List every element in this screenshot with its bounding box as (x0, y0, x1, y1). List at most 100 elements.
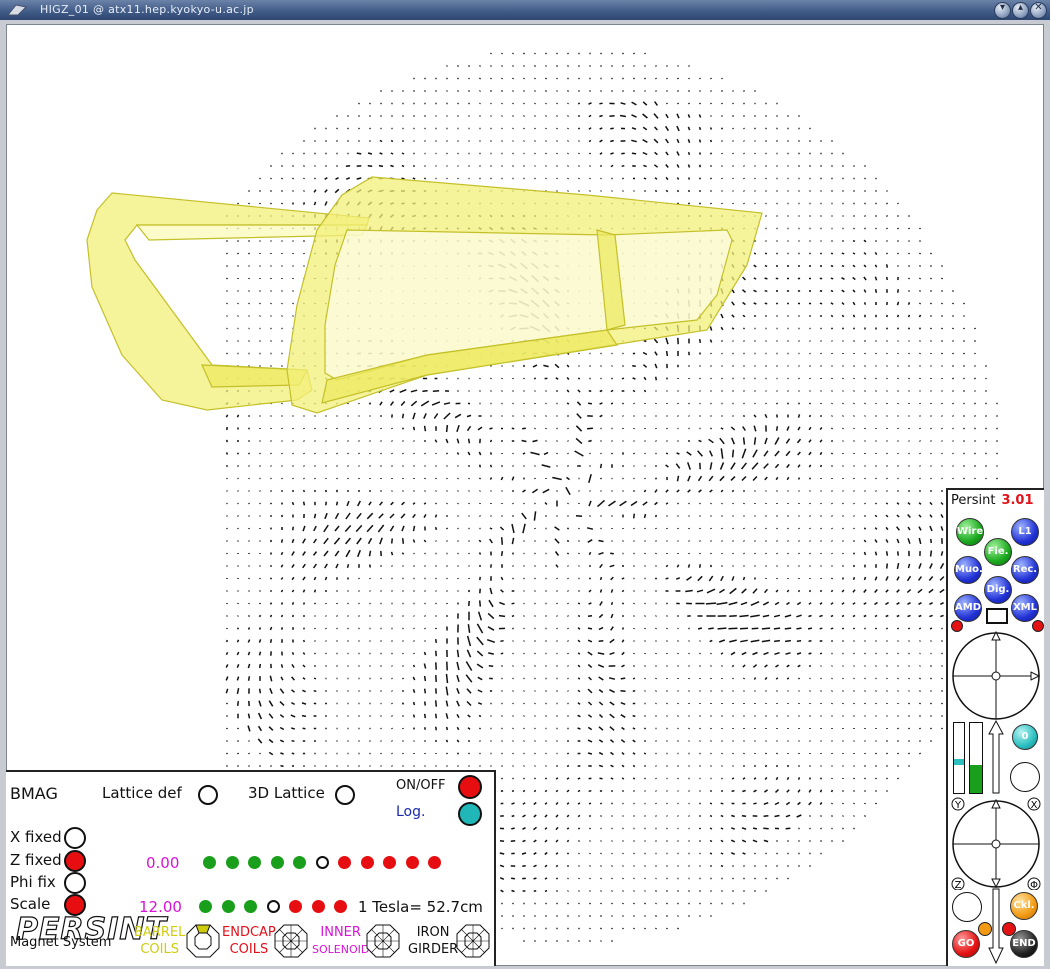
on-off-toggle[interactable] (458, 775, 482, 799)
rotation-dial-bottom[interactable]: Y X Z Φ (950, 796, 1042, 890)
muon-button[interactable]: Muo. (954, 556, 983, 584)
go-button[interactable]: GO (952, 930, 980, 958)
field-vector (413, 627, 415, 630)
z-fixed-toggle[interactable] (64, 850, 86, 872)
field-vector (390, 164, 394, 168)
field-vector (578, 877, 580, 880)
selector-dot[interactable] (428, 856, 441, 869)
field-vector (632, 739, 636, 743)
field-vector (875, 377, 877, 380)
l1-button[interactable]: L1 (1011, 518, 1039, 546)
field-vector (303, 177, 305, 180)
selector-dot[interactable] (315, 856, 329, 869)
field-vector (687, 139, 691, 143)
field-vector (567, 165, 569, 167)
field-vector (761, 627, 771, 630)
clock-button[interactable]: Ckl. (1010, 892, 1038, 920)
axis-x-label: X (1031, 800, 1038, 811)
field-vector (908, 452, 910, 455)
xml-button[interactable]: XML (1011, 594, 1039, 622)
solenoid-octagon-icon[interactable] (366, 924, 400, 958)
field-button[interactable]: Fie. (984, 538, 1012, 566)
selector-dot[interactable] (225, 856, 239, 869)
x-fixed-toggle[interactable] (64, 827, 86, 849)
field-vector (378, 513, 384, 519)
field-vector (314, 452, 316, 455)
blank-button[interactable] (1010, 762, 1040, 792)
selector-dot[interactable] (203, 856, 216, 869)
field-vector (588, 139, 592, 143)
selector-dot[interactable] (383, 856, 396, 869)
selector-dot[interactable] (248, 856, 261, 869)
phi-fix-toggle[interactable] (64, 872, 86, 894)
field-vector (247, 614, 251, 618)
selector-dot[interactable] (405, 856, 419, 869)
zoom-slider[interactable] (953, 722, 965, 794)
selector-dot[interactable] (270, 856, 284, 869)
selector-dot[interactable] (244, 900, 257, 913)
field-vector (490, 515, 492, 517)
lattice-3d-toggle[interactable] (335, 785, 355, 805)
minimize-button[interactable]: ▾ (994, 2, 1011, 19)
field-vector (346, 563, 350, 569)
field-vector (512, 690, 514, 692)
log-toggle[interactable] (458, 802, 482, 826)
depth-slider[interactable] (969, 722, 983, 794)
field-vector (773, 614, 781, 618)
legend-solenoid[interactable]: INNER SOLENOID (312, 924, 369, 958)
field-vector (587, 639, 593, 643)
field-vector (567, 665, 569, 667)
window-titlebar[interactable]: HIGZ_01 @ atx11.hep.kyokyo-u.ac.jp ▾ ▴ ✕ (0, 0, 1050, 21)
rec-button[interactable]: Rec. (1011, 556, 1039, 584)
field-vector (379, 537, 383, 545)
field-vector (588, 114, 592, 118)
field-vector (589, 940, 591, 942)
amd-button[interactable]: AMD (954, 594, 982, 622)
field-vector (808, 589, 812, 593)
field-vector (676, 177, 680, 180)
selector-dot[interactable] (360, 856, 374, 869)
field-vector (907, 627, 911, 630)
field-vector (578, 865, 580, 867)
close-button[interactable]: ✕ (1030, 2, 1047, 19)
endcap-octagon-icon[interactable] (274, 924, 308, 958)
up-arrow-icon[interactable] (988, 720, 1004, 794)
wire-button[interactable]: Wire (956, 518, 984, 546)
rotation-dial-top[interactable] (950, 630, 1042, 720)
field-vector (476, 663, 484, 669)
selector-dot[interactable] (289, 900, 302, 913)
field-vector (886, 240, 888, 242)
legend-barrel[interactable]: BARREL COILS (134, 924, 185, 958)
legend-endcap[interactable]: ENDCAP COILS (222, 924, 276, 958)
blank-button-2[interactable] (952, 892, 982, 922)
selector-dot[interactable] (338, 856, 351, 869)
legend-girder[interactable]: IRON GIRDER (408, 924, 458, 958)
field-vector (587, 402, 593, 405)
selector-dot[interactable] (266, 900, 280, 913)
window-toggle-button[interactable] (986, 608, 1008, 624)
reset-button[interactable]: 0 (1012, 724, 1038, 750)
field-vector (258, 614, 262, 618)
end-button[interactable]: END (1010, 930, 1038, 958)
field-vector (588, 564, 592, 568)
field-vector (556, 190, 558, 192)
girder-octagon-icon[interactable] (456, 924, 490, 958)
maximize-button[interactable]: ▴ (1012, 2, 1029, 19)
selector-dot[interactable] (311, 900, 325, 913)
field-vector (622, 415, 624, 417)
selector-dot[interactable] (293, 856, 306, 869)
field-vector (985, 465, 987, 467)
field-vector (808, 614, 812, 618)
selector-dot[interactable] (221, 900, 235, 913)
lattice-def-toggle[interactable] (198, 785, 218, 805)
field-vector (705, 602, 717, 605)
field-vector (303, 165, 305, 167)
digit-button[interactable]: Dig. (984, 576, 1012, 604)
selector-dot[interactable] (334, 900, 347, 913)
field-vector (773, 639, 781, 643)
field-vector (599, 389, 603, 393)
field-vector (588, 152, 592, 155)
barrel-octagon-icon[interactable] (186, 924, 220, 958)
selector-dot[interactable] (199, 900, 212, 913)
field-vector (577, 127, 581, 130)
